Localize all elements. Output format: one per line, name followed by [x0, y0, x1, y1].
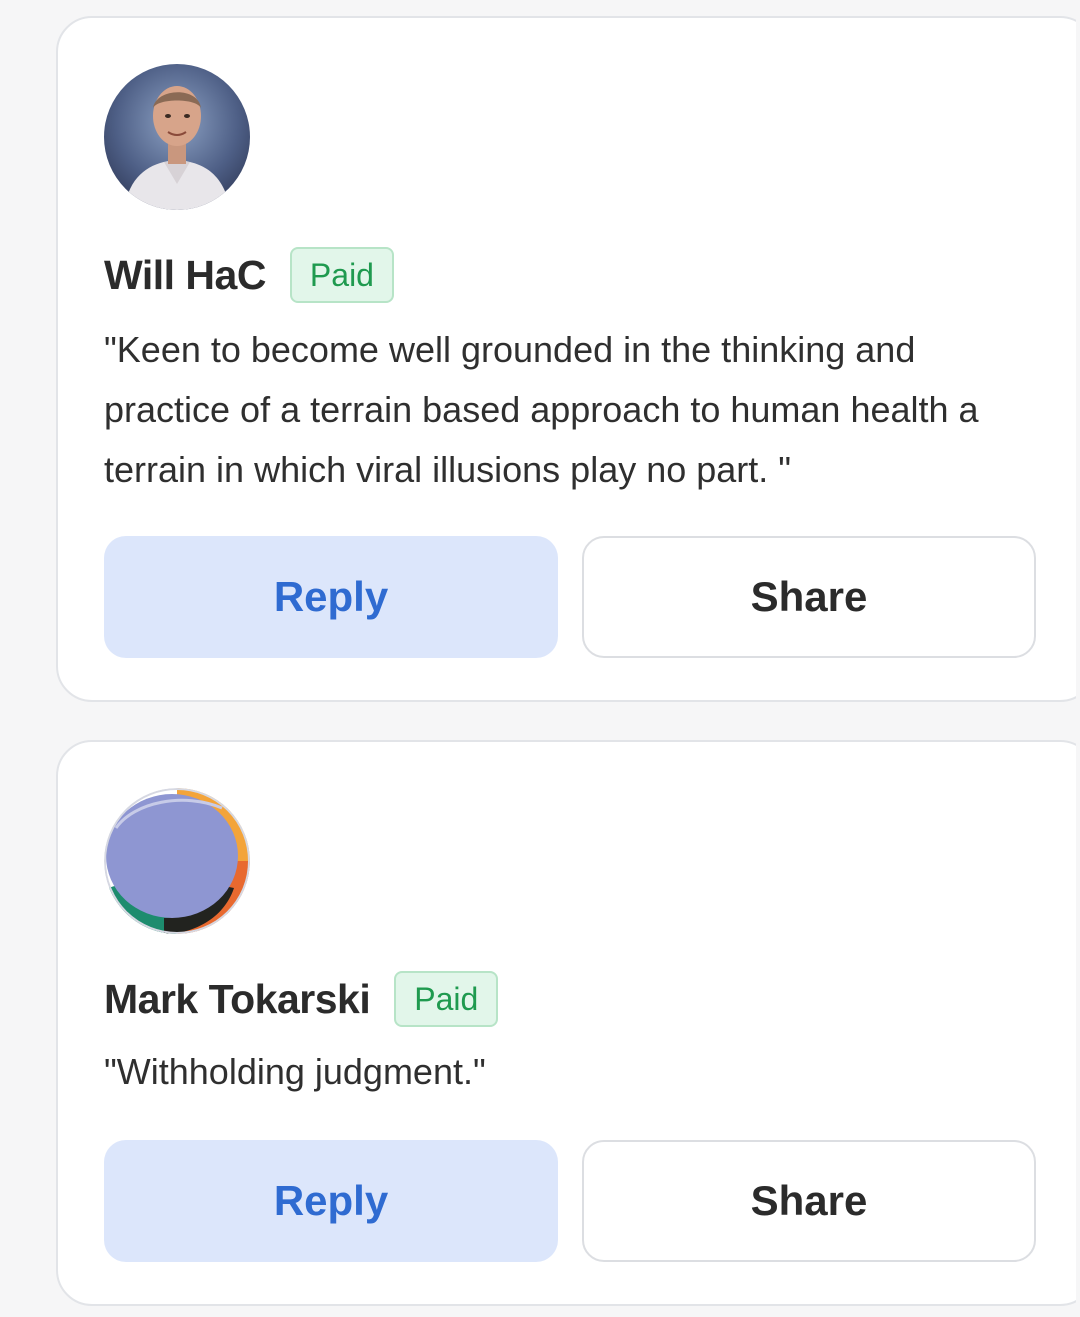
share-button[interactable]: Share [582, 536, 1036, 658]
screen-edge [1076, 0, 1080, 1317]
reply-button[interactable]: Reply [104, 1140, 558, 1262]
reply-button[interactable]: Reply [104, 536, 558, 658]
comment-card: Mark Tokarski Paid "Withholding judgment… [56, 740, 1080, 1306]
author-row: Mark Tokarski Paid [104, 970, 499, 1028]
comment-card: Will HaC Paid "Keen to become well groun… [56, 16, 1080, 702]
avatar[interactable] [104, 788, 250, 934]
avatar[interactable] [104, 64, 250, 210]
abstract-circle-avatar-icon [104, 788, 250, 934]
paid-badge: Paid [394, 971, 499, 1027]
comments-feed: Will HaC Paid "Keen to become well groun… [0, 0, 1080, 1317]
comment-text: "Withholding judgment." [104, 1051, 486, 1092]
share-button[interactable]: Share [582, 1140, 1036, 1262]
comment-text: "Keen to become well grounded in the thi… [104, 329, 979, 490]
author-name[interactable]: Mark Tokarski [104, 970, 371, 1028]
author-name[interactable]: Will HaC [104, 246, 266, 304]
paid-badge: Paid [289, 247, 394, 303]
author-row: Will HaC Paid [104, 246, 394, 304]
profile-photo-icon [104, 64, 250, 210]
